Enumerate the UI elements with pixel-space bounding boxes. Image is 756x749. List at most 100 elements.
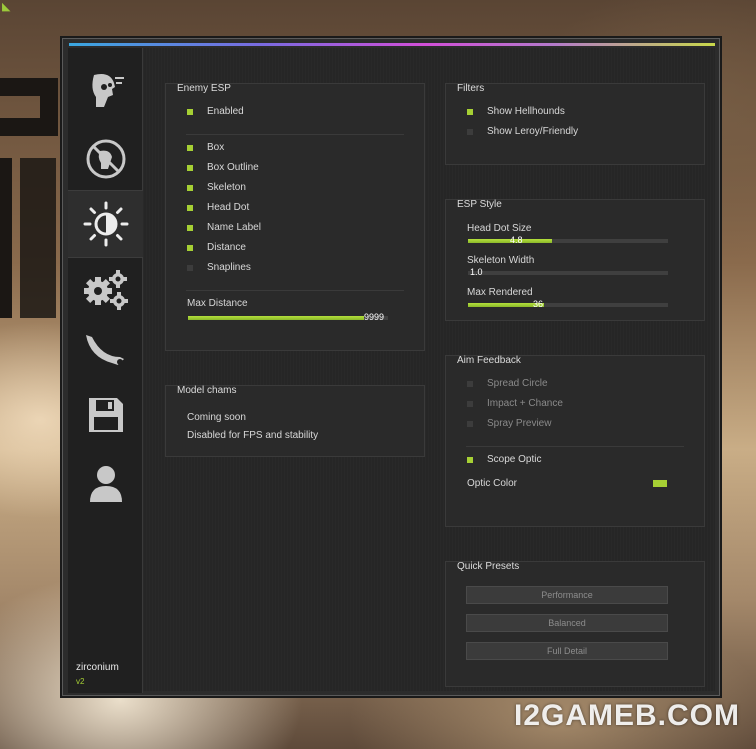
checkbox-label: Spray Preview xyxy=(487,418,552,429)
checkbox-label: Scope Optic xyxy=(487,454,542,465)
max-distance-label: Max Distance xyxy=(187,298,248,309)
skeleton-width-slider[interactable]: 1.0 xyxy=(467,267,669,277)
checkbox-indicator xyxy=(187,224,193,231)
slider-value: 4.8 xyxy=(510,235,523,245)
checkbox-label: Box Outline xyxy=(207,162,259,173)
filters-panel: Filters Show Hellhounds Show Leroy/Frien… xyxy=(445,83,705,165)
checkbox-indicator xyxy=(467,420,473,427)
show-hellhounds-checkbox[interactable]: Show Hellhounds xyxy=(467,106,565,117)
slider-value: 36 xyxy=(533,299,544,309)
background-letter-block xyxy=(0,158,12,318)
panel-title: Filters xyxy=(457,83,485,94)
head-dot-size-label: Head Dot Size xyxy=(467,223,532,234)
checkbox-label: Enabled xyxy=(207,106,244,117)
show-leroy-friendly-checkbox[interactable]: Show Leroy/Friendly xyxy=(467,126,578,137)
aim-feedback-panel: Aim Feedback Spread Circle Impact + Chan… xyxy=(445,355,705,527)
box-outline-checkbox[interactable]: Box Outline xyxy=(187,162,259,173)
panel-title: Quick Presets xyxy=(457,561,520,572)
checkbox-label: Show Hellhounds xyxy=(487,106,565,117)
checkbox-label: Spread Circle xyxy=(487,378,548,389)
enabled-checkbox[interactable]: Enabled xyxy=(187,106,244,117)
enemy-esp-panel: Enemy ESP Enabled Box Box Outline Skelet… xyxy=(165,83,425,351)
scope-optic-checkbox[interactable]: Scope Optic xyxy=(467,454,541,465)
box-checkbox[interactable]: Box xyxy=(187,142,224,153)
tab-config[interactable] xyxy=(68,384,143,446)
cheat-menu-window: zirconium v2 Enemy ESP Enabled Box Box O… xyxy=(62,38,720,696)
max-distance-slider[interactable]: 9999 xyxy=(187,312,389,322)
no-visibility-icon xyxy=(86,139,125,179)
cursor-icon: ◣ xyxy=(2,1,11,13)
checkbox-indicator xyxy=(187,184,193,191)
preset-balanced-button[interactable]: Balanced xyxy=(466,614,668,632)
divider xyxy=(186,134,404,135)
slider-fill xyxy=(188,316,364,320)
tab-visibility[interactable] xyxy=(68,128,143,190)
checkbox-label: Box xyxy=(207,142,225,153)
checkbox-indicator xyxy=(187,108,193,115)
distance-checkbox[interactable]: Distance xyxy=(187,242,246,253)
panel-title: ESP Style xyxy=(457,199,502,210)
main-content: Enemy ESP Enabled Box Box Outline Skelet… xyxy=(143,48,715,691)
optic-color-swatch[interactable] xyxy=(653,480,667,487)
coming-soon-text: Coming soon xyxy=(187,412,246,423)
knife-icon xyxy=(85,335,124,365)
impact-chance-checkbox[interactable]: Impact + Chance xyxy=(467,398,563,409)
divider xyxy=(466,446,684,447)
checkbox-label: Snaplines xyxy=(207,262,251,273)
user-icon xyxy=(89,466,122,502)
background-letter-block xyxy=(0,78,58,136)
checkbox-label: Distance xyxy=(207,242,246,253)
checkbox-indicator xyxy=(467,108,473,115)
checkbox-indicator xyxy=(187,164,193,171)
checkbox-label: Impact + Chance xyxy=(487,398,563,409)
checkbox-indicator xyxy=(467,380,473,387)
divider xyxy=(186,290,404,291)
max-rendered-slider[interactable]: 36 xyxy=(467,299,669,309)
sidebar: zirconium v2 xyxy=(68,48,144,693)
checkbox-indicator xyxy=(467,456,473,463)
quick-presets-panel: Quick Presets Performance Balanced Full … xyxy=(445,561,705,687)
spray-preview-checkbox[interactable]: Spray Preview xyxy=(467,418,551,429)
checkbox-indicator xyxy=(467,128,473,135)
brand-name: zirconium xyxy=(76,662,119,673)
slider-value: 9999 xyxy=(364,312,385,322)
slider-value: 1.0 xyxy=(470,267,483,277)
snaplines-checkbox[interactable]: Snaplines xyxy=(187,262,251,273)
tab-visuals[interactable] xyxy=(68,190,144,258)
name-label-checkbox[interactable]: Name Label xyxy=(187,222,261,233)
checkbox-label: Head Dot xyxy=(207,202,250,213)
tab-settings[interactable] xyxy=(68,258,143,320)
accent-bar xyxy=(69,43,715,46)
checkbox-label: Show Leroy/Friendly xyxy=(487,126,579,137)
brightness-icon xyxy=(83,201,129,247)
spread-circle-checkbox[interactable]: Spread Circle xyxy=(467,378,548,389)
panel-title: Aim Feedback xyxy=(457,355,521,366)
head-dot-size-slider[interactable]: 4.8 xyxy=(467,235,669,245)
checkbox-indicator xyxy=(187,244,193,251)
optic-color-label: Optic Color xyxy=(467,478,518,489)
tab-aimbot[interactable] xyxy=(68,50,143,128)
checkbox-label: Skeleton xyxy=(207,182,246,193)
watermark: I2GAMEB.COM xyxy=(513,699,740,732)
skeleton-checkbox[interactable]: Skeleton xyxy=(187,182,246,193)
head-dot-checkbox[interactable]: Head Dot xyxy=(187,202,249,213)
gears-icon xyxy=(83,270,128,310)
save-icon xyxy=(88,398,123,432)
preset-full-detail-button[interactable]: Full Detail xyxy=(466,642,668,660)
preset-performance-button[interactable]: Performance xyxy=(466,586,668,604)
max-rendered-label: Max Rendered xyxy=(467,287,533,298)
checkbox-indicator xyxy=(187,144,193,151)
disabled-note-text: Disabled for FPS and stability xyxy=(187,430,319,441)
checkbox-indicator xyxy=(467,400,473,407)
head-target-icon xyxy=(91,74,124,107)
background-letter-block xyxy=(20,158,56,318)
checkbox-indicator xyxy=(187,204,193,211)
brand-version: v2 xyxy=(76,677,85,686)
esp-style-panel: ESP Style Head Dot Size 4.8 Skeleton Wid… xyxy=(445,199,705,321)
panel-title: Enemy ESP xyxy=(177,83,231,94)
tab-profile[interactable] xyxy=(68,452,143,516)
checkbox-indicator xyxy=(187,264,193,271)
checkbox-label: Name Label xyxy=(207,222,261,233)
tab-knife[interactable] xyxy=(68,320,143,382)
model-chams-panel: Model chams Coming soon Disabled for FPS… xyxy=(165,385,425,457)
